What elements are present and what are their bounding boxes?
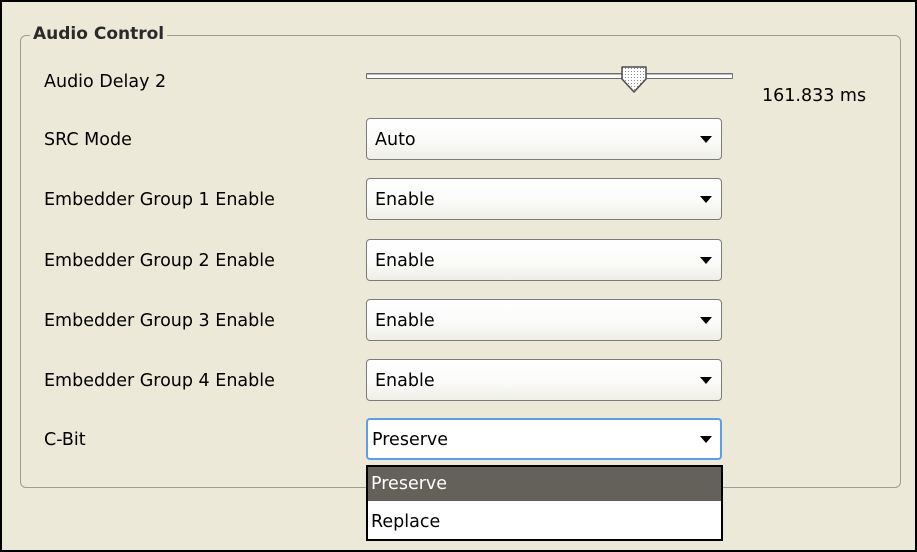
c-bit-dropdown-list: Preserve Replace — [366, 465, 723, 541]
embedder-group-3-value: Enable — [375, 311, 435, 331]
chevron-down-icon[interactable] — [700, 317, 712, 324]
src-mode-value: Auto — [375, 130, 416, 150]
chevron-down-icon[interactable] — [700, 436, 712, 443]
c-bit-label: C-Bit — [44, 430, 86, 450]
chevron-down-icon[interactable] — [700, 377, 712, 384]
embedder-group-4-value: Enable — [375, 371, 435, 391]
slider-thumb-icon[interactable] — [619, 65, 649, 95]
chevron-down-icon[interactable] — [700, 136, 712, 143]
audio-delay-value: 161.833 ms — [762, 86, 867, 106]
embedder-group-4-label: Embedder Group 4 Enable — [44, 371, 275, 391]
chevron-down-icon[interactable] — [700, 257, 712, 264]
embedder-group-2-label: Embedder Group 2 Enable — [44, 251, 275, 271]
c-bit-dropdown[interactable]: Preserve — [366, 418, 722, 460]
dropdown-option-replace[interactable]: Replace — [368, 505, 721, 539]
embedder-group-2-value: Enable — [375, 251, 435, 271]
embedder-group-4-dropdown[interactable]: Enable — [366, 359, 722, 401]
audio-delay-label: Audio Delay 2 — [44, 72, 167, 92]
embedder-group-2-dropdown[interactable]: Enable — [366, 239, 722, 281]
dropdown-option-preserve[interactable]: Preserve — [368, 467, 721, 501]
embedder-group-1-dropdown[interactable]: Enable — [366, 178, 722, 220]
c-bit-value: Preserve — [372, 430, 449, 450]
embedder-group-3-dropdown[interactable]: Enable — [366, 299, 722, 341]
src-mode-dropdown[interactable]: Auto — [366, 118, 722, 160]
audio-delay-slider-track[interactable] — [366, 73, 733, 79]
src-mode-label: SRC Mode — [44, 130, 132, 150]
embedder-group-3-label: Embedder Group 3 Enable — [44, 311, 275, 331]
chevron-down-icon[interactable] — [700, 196, 712, 203]
embedder-group-1-value: Enable — [375, 190, 435, 210]
embedder-group-1-label: Embedder Group 1 Enable — [44, 190, 275, 210]
group-title: Audio Control — [30, 22, 168, 46]
